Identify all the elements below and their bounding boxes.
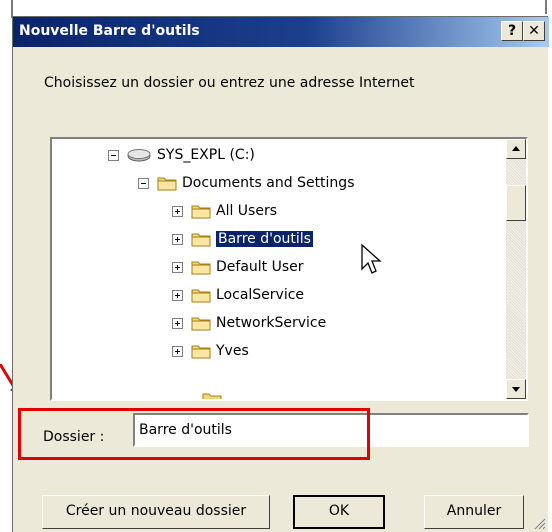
tree-scrollbar[interactable] — [506, 139, 526, 399]
folder-icon — [191, 233, 211, 247]
resize-grip-icon[interactable] — [532, 516, 546, 530]
background-frame-edge-right — [545, 0, 547, 14]
folder-label: Dossier : — [43, 429, 105, 445]
tree-item-yves[interactable]: Yves — [172, 339, 249, 363]
expand-icon[interactable] — [172, 205, 183, 217]
scroll-up-button[interactable] — [506, 139, 526, 159]
folder-icon — [191, 261, 211, 275]
folder-tree[interactable]: SYS_EXPL (C:) Documents and Settings All… — [50, 137, 528, 401]
help-button[interactable]: ? — [501, 21, 523, 41]
collapse-icon[interactable] — [138, 177, 149, 189]
tree-item-label: NetworkService — [216, 315, 327, 331]
cancel-button[interactable]: Annuler — [424, 495, 524, 529]
expand-icon[interactable] — [172, 317, 183, 329]
arrow-up-icon — [512, 146, 520, 151]
tree-item-all-users[interactable]: All Users — [172, 199, 277, 223]
scroll-down-button[interactable] — [506, 379, 526, 399]
expand-icon[interactable] — [172, 289, 183, 301]
mouse-cursor-icon — [361, 243, 382, 274]
ok-button[interactable]: OK — [293, 495, 385, 529]
background-left — [0, 0, 12, 532]
folder-icon-partial — [202, 393, 222, 399]
close-button[interactable]: ✕ — [523, 21, 545, 41]
tree-item-documents[interactable]: Documents and Settings — [138, 171, 354, 195]
drive-icon — [127, 149, 151, 162]
folder-icon — [191, 345, 211, 359]
tree-item-label-selected: Barre d'outils — [216, 231, 313, 247]
folder-input[interactable] — [133, 413, 529, 447]
folder-icon — [157, 177, 177, 191]
collapse-icon[interactable] — [108, 149, 119, 161]
tree-item-label: All Users — [216, 203, 278, 219]
tree-item-drive[interactable]: SYS_EXPL (C:) — [108, 143, 255, 167]
tree-item-label: LocalService — [216, 287, 305, 303]
tree-item-barre-outils[interactable]: Barre d'outils — [172, 227, 313, 251]
close-icon: ✕ — [528, 23, 540, 39]
new-folder-button[interactable]: Créer un nouveau dossier — [42, 495, 270, 529]
tree-item-localservice[interactable]: LocalService — [172, 283, 304, 307]
dialog-title: Nouvelle Barre d'outils — [19, 23, 200, 39]
title-bar[interactable]: Nouvelle Barre d'outils ? ✕ — [13, 17, 549, 47]
tree-item-label: Documents and Settings — [182, 175, 355, 191]
folder-icon — [191, 317, 211, 331]
expand-icon[interactable] — [172, 345, 183, 357]
tree-item-networkservice[interactable]: NetworkService — [172, 311, 326, 335]
help-icon: ? — [507, 23, 517, 39]
expand-icon[interactable] — [172, 233, 183, 245]
folder-icon — [191, 205, 211, 219]
tree-item-default-user[interactable]: Default User — [172, 255, 304, 279]
expand-icon[interactable] — [172, 261, 183, 273]
dialog-window: Nouvelle Barre d'outils ? ✕ Choisissez u… — [12, 16, 549, 532]
arrow-down-icon — [512, 387, 520, 392]
tree-item-label: Default User — [216, 259, 304, 275]
tree-item-label: Yves — [216, 343, 249, 359]
tree-item-label: SYS_EXPL (C:) — [157, 147, 255, 163]
instruction-text: Choisissez un dossier ou entrez une adre… — [44, 75, 415, 91]
scroll-thumb[interactable] — [506, 185, 526, 221]
folder-icon — [191, 289, 211, 303]
